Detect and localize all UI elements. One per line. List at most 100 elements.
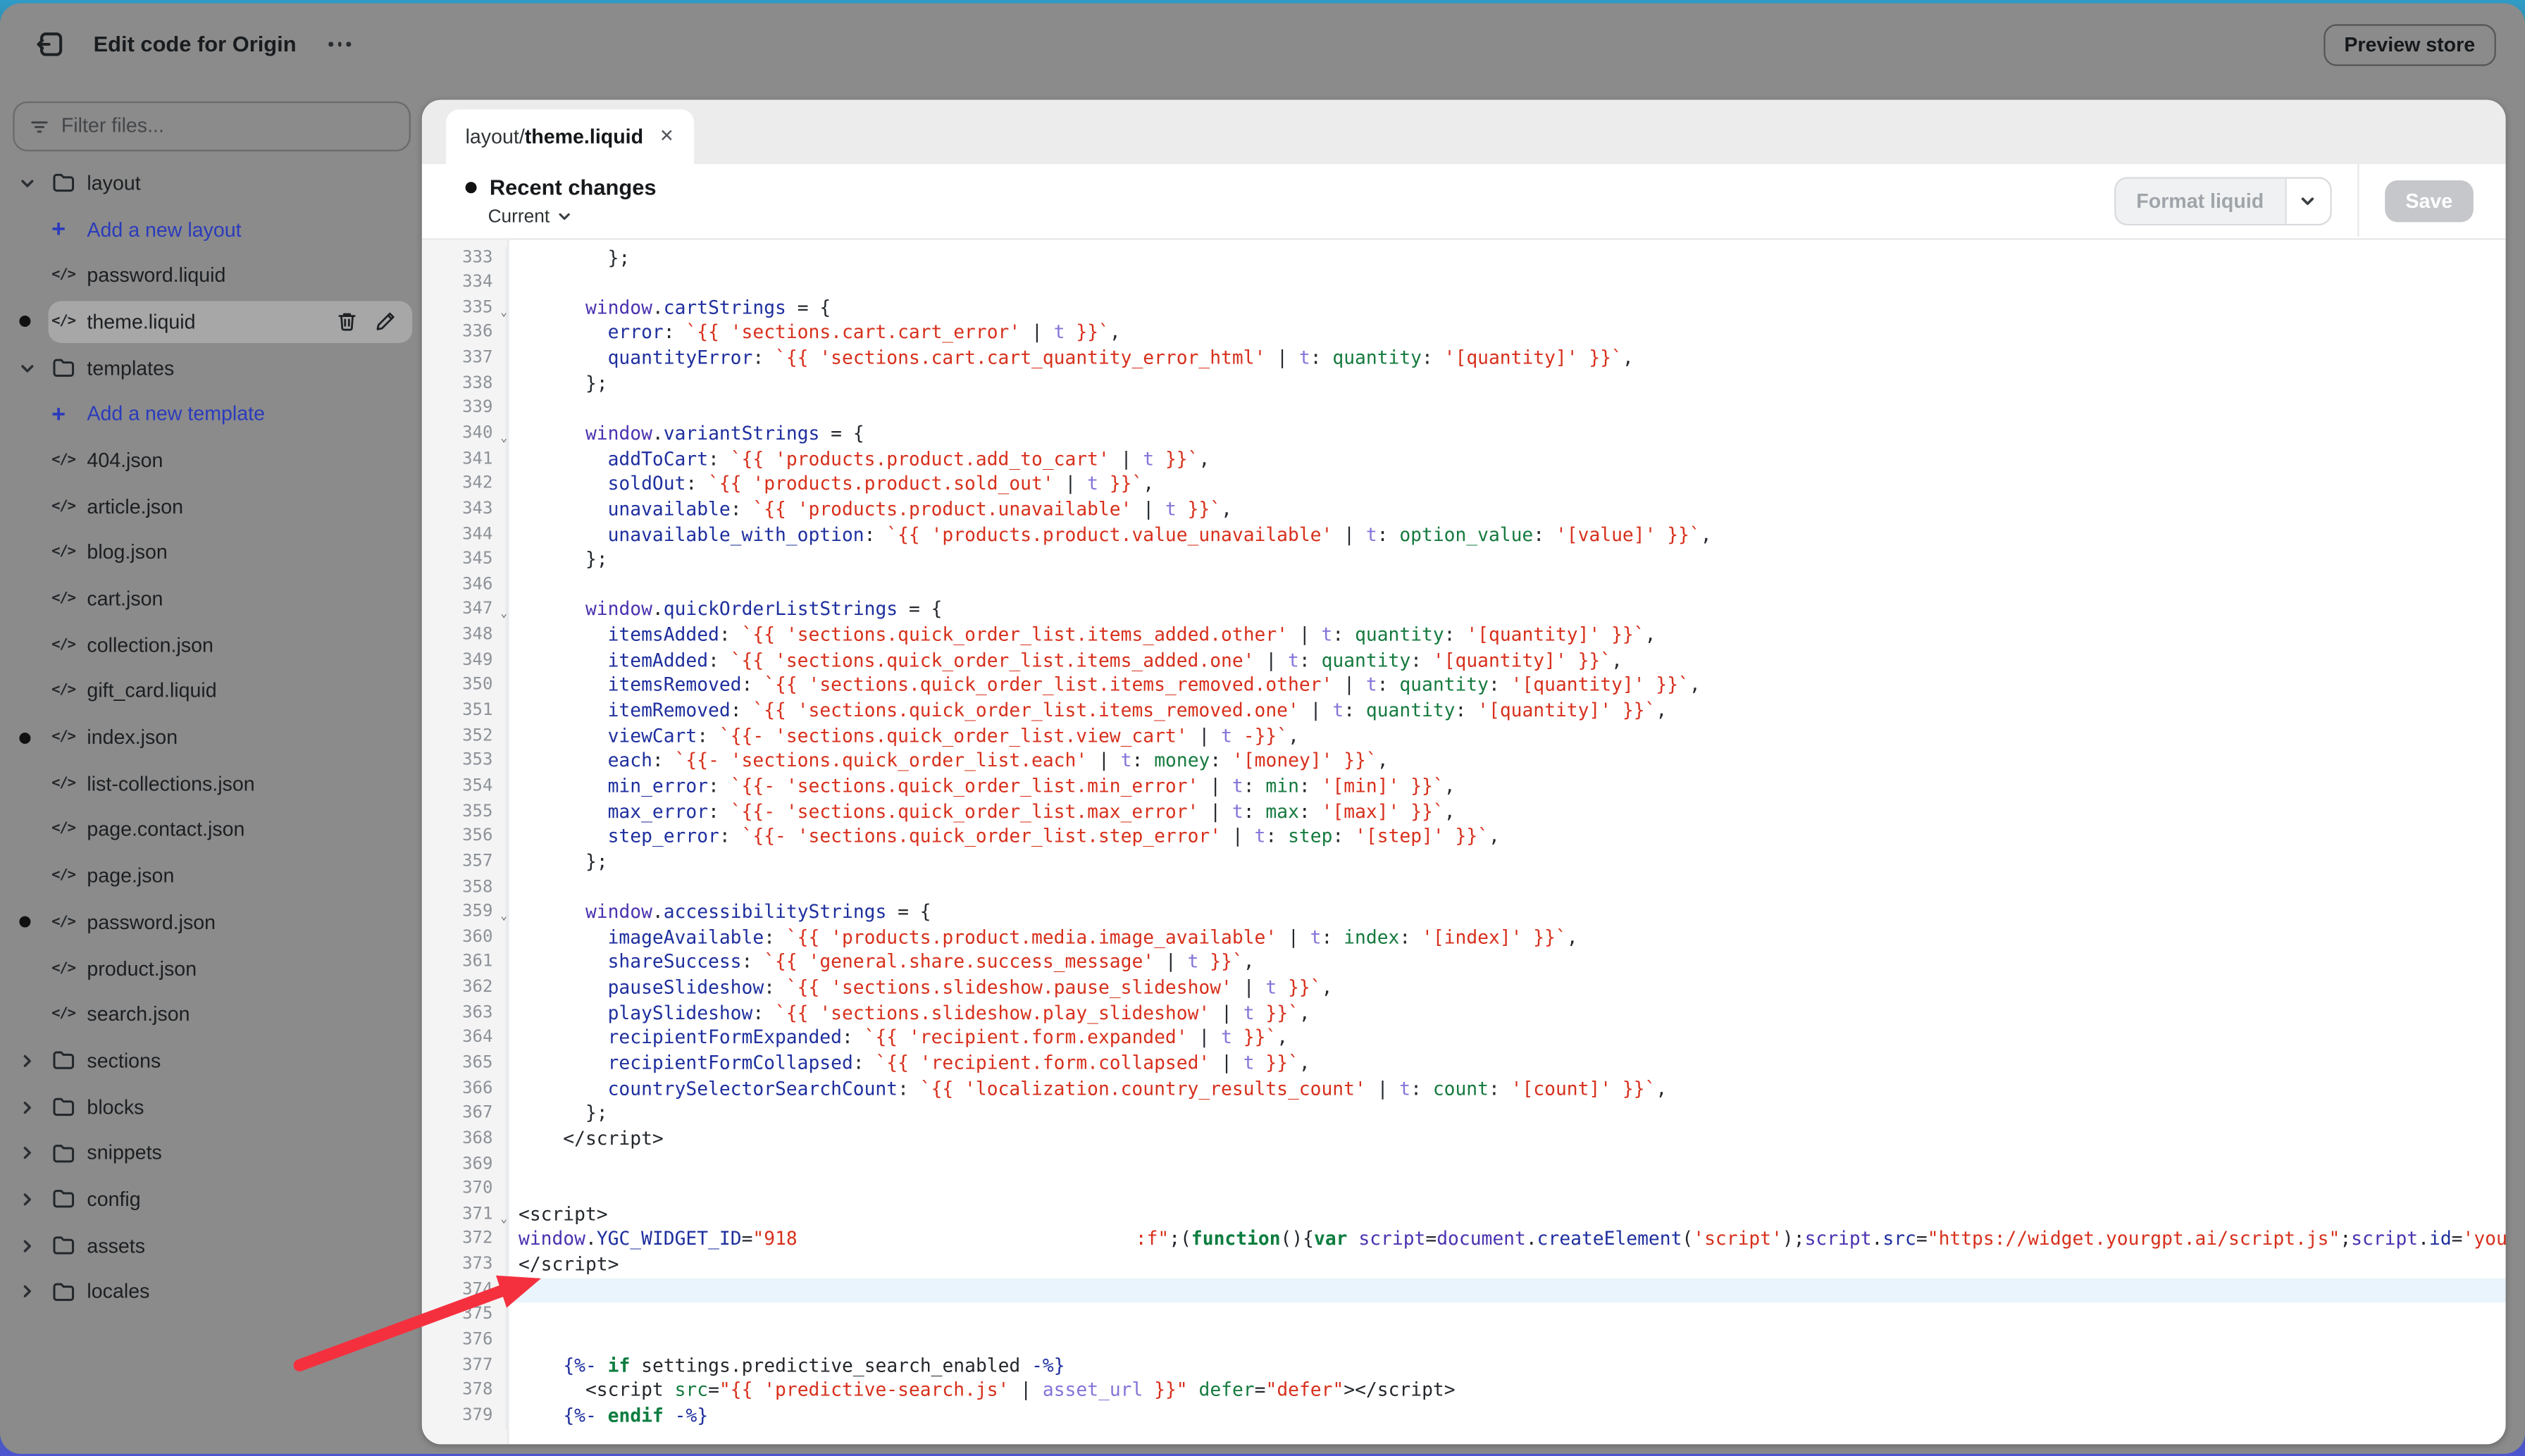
code-line[interactable]: 338 }; — [421, 371, 2506, 397]
code-line[interactable]: 340 ⌄ window.variantStrings = { — [421, 421, 2506, 447]
code-line[interactable]: 356 step_error: `{{- 'sections.quick_ord… — [421, 824, 2506, 850]
code-line[interactable]: 341 addToCart: `{{ 'products.product.add… — [421, 447, 2506, 473]
file-row: + Add a new template — [49, 393, 413, 435]
code-line[interactable]: 333 }; — [421, 245, 2506, 271]
sidebar-item-collection.json[interactable]: </> collection.json — [0, 622, 422, 668]
sidebar-item-article.json[interactable]: </> article.json — [0, 483, 422, 530]
code-line[interactable]: 342 soldOut: `{{ 'products.product.sold_… — [421, 472, 2506, 498]
rename-icon[interactable] — [376, 311, 397, 332]
version-dropdown-value: Current — [488, 206, 550, 227]
file-row: blocks — [49, 1086, 413, 1128]
sidebar-item-password.json[interactable]: </> password.json — [0, 900, 422, 946]
recent-changes: Recent changes — [465, 175, 657, 199]
sidebar-item-locales[interactable]: locales — [0, 1269, 422, 1315]
code-line[interactable]: 361 shareSuccess: `{{ 'general.share.suc… — [421, 950, 2506, 976]
code-line[interactable]: 350 itemsRemoved: `{{ 'sections.quick_or… — [421, 673, 2506, 699]
version-dropdown[interactable]: Current — [488, 207, 573, 226]
format-liquid-dropdown[interactable] — [2284, 178, 2330, 223]
sidebar-item-assets[interactable]: assets — [0, 1223, 422, 1269]
code-line[interactable]: 366 countrySelectorSearchCount: `{{ 'loc… — [421, 1076, 2506, 1102]
code-line[interactable]: 343 unavailable: `{{ 'products.product.u… — [421, 497, 2506, 523]
code-line[interactable]: 360 imageAvailable: `{{ 'products.produc… — [421, 925, 2506, 951]
chevron-right-icon — [19, 1283, 48, 1300]
code-file-icon: </> — [51, 1007, 76, 1023]
sidebar-item-password.liquid[interactable]: </> password.liquid — [0, 253, 422, 299]
tab-theme-liquid[interactable]: layout/theme.liquid ✕ — [446, 108, 694, 163]
code-line[interactable]: 336 error: `{{ 'sections.cart.cart_error… — [421, 321, 2506, 347]
sidebar-item-cart.json[interactable]: </> cart.json — [0, 576, 422, 623]
code-line[interactable]: 348 itemsAdded: `{{ 'sections.quick_orde… — [421, 623, 2506, 649]
file-sidebar: Filter files... layout + Add a new layout <… — [0, 86, 422, 1454]
sidebar-item-config[interactable]: config — [0, 1176, 422, 1223]
code-area[interactable]: 333 }; 334 335 ⌄ window.cartStrings = {336 … — [421, 239, 2506, 1444]
sidebar-item-search.json[interactable]: </> search.json — [0, 992, 422, 1038]
code-line[interactable]: 353 each: `{{- 'sections.quick_order_lis… — [421, 749, 2506, 775]
sidebar-item-product.json[interactable]: </> product.json — [0, 945, 422, 992]
sidebar-item-theme.liquid[interactable]: </> theme.liquid — [0, 299, 422, 345]
code-line[interactable]: 362 pauseSlideshow: `{{ 'sections.slides… — [421, 976, 2506, 1002]
code-line[interactable]: 347 ⌄ window.quickOrderListStrings = { — [421, 598, 2506, 623]
code-line[interactable]: 368 </script> — [421, 1126, 2506, 1152]
sidebar-item-blog.json[interactable]: </> blog.json — [0, 530, 422, 576]
code-line[interactable]: 370 — [421, 1177, 2506, 1203]
code-line[interactable]: 369 — [421, 1152, 2506, 1178]
code-line[interactable]: 371 ⌄ <script> — [421, 1202, 2506, 1228]
preview-store-button[interactable]: Preview store — [2323, 23, 2496, 66]
code-line[interactable]: 351 itemRemoved: `{{ 'sections.quick_ord… — [421, 699, 2506, 724]
code-line[interactable]: 377 {%- if settings.predictive_search_en… — [421, 1353, 2506, 1379]
code-line[interactable]: 349 itemAdded: `{{ 'sections.quick_order… — [421, 648, 2506, 674]
save-button[interactable]: Save — [2384, 179, 2474, 222]
code-line[interactable]: 359 ⌄ window.accessibilityStrings = { — [421, 900, 2506, 926]
code-file-icon: </> — [51, 868, 76, 885]
code-line[interactable]: 339 — [421, 397, 2506, 422]
code-line[interactable]: 334 — [421, 270, 2506, 297]
format-liquid-button[interactable]: Format liquid — [2115, 178, 2285, 223]
code-line[interactable]: 355 max_error: `{{- 'sections.quick_orde… — [421, 799, 2506, 825]
folder-icon — [51, 1141, 87, 1165]
sidebar-item-list-collections.json[interactable]: </> list-collections.json — [0, 761, 422, 807]
code-line-highlighted[interactable]: 374 — [421, 1278, 2506, 1304]
code-line[interactable]: 379 {%- endif -%} — [421, 1404, 2506, 1429]
code-line[interactable]: 372 window.YGC_WIDGET_ID="918:f";(functio… — [421, 1227, 2506, 1253]
sidebar-item-gift-card.liquid[interactable]: </> gift_card.liquid — [0, 668, 422, 715]
code-line[interactable]: 337 quantityError: `{{ 'sections.cart.ca… — [421, 346, 2506, 372]
code-line[interactable]: 344 unavailable_with_option: `{{ 'produc… — [421, 522, 2506, 548]
code-line[interactable]: 367 }; — [421, 1102, 2506, 1127]
sidebar-item-blocks[interactable]: blocks — [0, 1084, 422, 1131]
exit-code-editor-button[interactable] — [29, 23, 70, 65]
sidebar-item-page.contact.json[interactable]: </> page.contact.json — [0, 807, 422, 853]
code-line[interactable]: 358 — [421, 875, 2506, 901]
sidebar-item-label: gift_card.liquid — [87, 680, 217, 703]
sidebar-item-label: assets — [87, 1234, 146, 1257]
close-tab-icon[interactable]: ✕ — [659, 125, 674, 147]
sidebar-item-add-a-new-template[interactable]: + Add a new template — [0, 391, 422, 437]
code-line[interactable]: 378 <script src="{{ 'predictive-search.j… — [421, 1379, 2506, 1405]
code-line-content: window.variantStrings = { — [585, 421, 864, 444]
code-line[interactable]: 345 }; — [421, 547, 2506, 573]
code-line[interactable]: 363 playSlideshow: `{{ 'sections.slidesh… — [421, 1001, 2506, 1026]
code-line[interactable]: 352 viewCart: `{{- 'sections.quick_order… — [421, 723, 2506, 749]
sidebar-item-layout[interactable]: layout — [0, 160, 422, 206]
code-line[interactable]: 375 — [421, 1303, 2506, 1329]
code-line[interactable]: 346 — [421, 573, 2506, 599]
sidebar-item-index.json[interactable]: </> index.json — [0, 714, 422, 761]
folder-icon — [51, 171, 87, 195]
sidebar-item-sections[interactable]: sections — [0, 1038, 422, 1084]
code-line[interactable]: 376 — [421, 1328, 2506, 1354]
sidebar-item-add-a-new-layout[interactable]: + Add a new layout — [0, 206, 422, 253]
code-line[interactable]: 373 </script> — [421, 1252, 2506, 1278]
code-line[interactable]: 335 ⌄ window.cartStrings = { — [421, 296, 2506, 321]
sidebar-item-404.json[interactable]: </> 404.json — [0, 437, 422, 484]
sidebar-item-templates[interactable]: templates — [0, 345, 422, 392]
sidebar-item-page.json[interactable]: </> page.json — [0, 853, 422, 900]
code-line[interactable]: 357 }; — [421, 850, 2506, 876]
filter-files-input[interactable]: Filter files... — [13, 100, 411, 151]
code-line[interactable]: 364 recipientFormExpanded: `{{ 'recipien… — [421, 1026, 2506, 1052]
code-line[interactable]: 354 min_error: `{{- 'sections.quick_orde… — [421, 774, 2506, 800]
code-line-content: recipientFormCollapsed: `{{ 'recipient.f… — [607, 1051, 1310, 1074]
code-line-content: recipientFormExpanded: `{{ 'recipient.fo… — [607, 1026, 1289, 1049]
code-line[interactable]: 365 recipientFormCollapsed: `{{ 'recipie… — [421, 1051, 2506, 1077]
more-actions-icon[interactable] — [328, 42, 351, 46]
sidebar-item-snippets[interactable]: snippets — [0, 1130, 422, 1176]
delete-icon[interactable] — [337, 311, 358, 332]
